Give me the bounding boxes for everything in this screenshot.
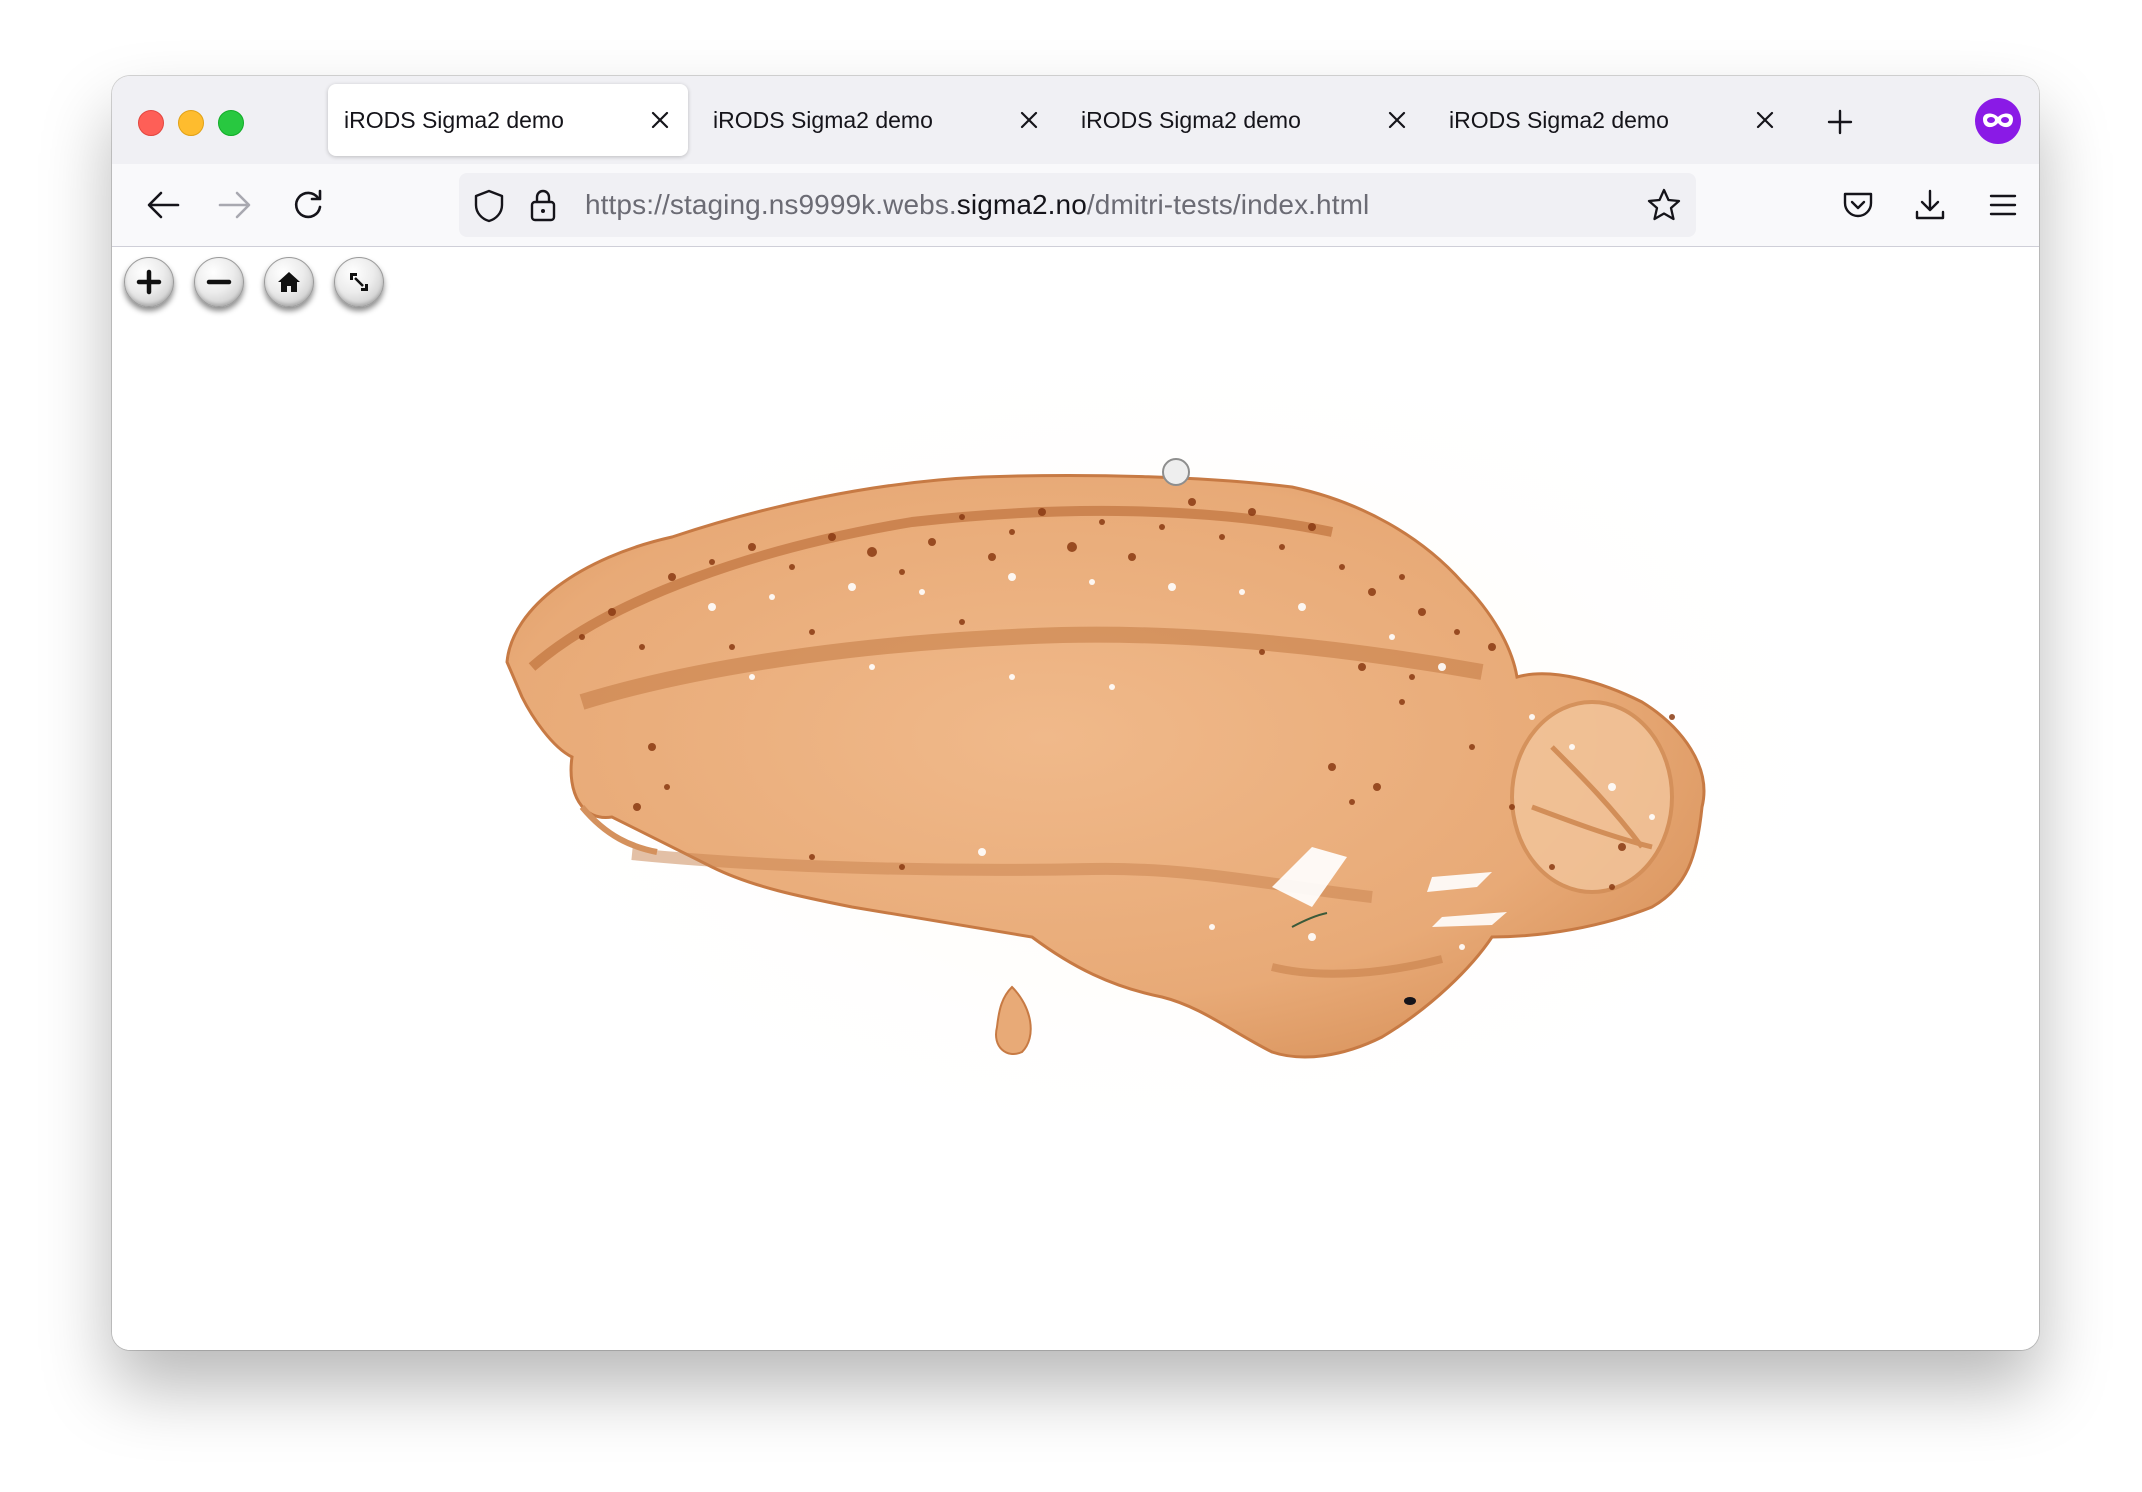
back-button[interactable]	[142, 184, 184, 226]
star-icon[interactable]	[1646, 187, 1682, 228]
home-icon	[278, 272, 300, 292]
tab-4[interactable]: iRODS Sigma2 demo	[1433, 84, 1793, 156]
zoom-out-button[interactable]	[194, 257, 244, 307]
plus-icon	[1827, 109, 1853, 135]
private-browsing-icon[interactable]	[1975, 98, 2021, 144]
shield-icon[interactable]	[473, 189, 505, 228]
minus-icon	[206, 279, 232, 285]
tab-3[interactable]: iRODS Sigma2 demo	[1065, 84, 1425, 156]
tab-title: iRODS Sigma2 demo	[713, 106, 933, 133]
url-text[interactable]: https://staging.ns9999k.webs.sigma2.no/d…	[585, 189, 1369, 221]
url-host: sigma2.no	[956, 189, 1087, 220]
fullscreen-button[interactable]	[334, 257, 384, 307]
home-button[interactable]	[264, 257, 314, 307]
browser-window: iRODS Sigma2 demo iRODS Sigma2 demo iROD…	[112, 76, 2039, 1350]
pocket-icon	[1843, 192, 1873, 218]
reload-icon	[294, 189, 322, 219]
lock-icon[interactable]	[529, 187, 557, 228]
tab-1[interactable]: iRODS Sigma2 demo	[328, 84, 688, 156]
window-close-button[interactable]	[138, 110, 164, 136]
zoom-in-button[interactable]	[124, 257, 174, 307]
url-prefix: https://staging.ns9999k.webs.	[585, 189, 957, 220]
forward-icon	[218, 191, 251, 219]
new-tab-button[interactable]	[1820, 102, 1860, 142]
tab-title: iRODS Sigma2 demo	[1081, 106, 1301, 133]
window-maximize-button[interactable]	[218, 110, 244, 136]
url-bar[interactable]: https://staging.ns9999k.webs.sigma2.no/d…	[459, 173, 1696, 237]
tab-title: iRODS Sigma2 demo	[344, 106, 564, 133]
pocket-button[interactable]	[1837, 184, 1879, 226]
window-minimize-button[interactable]	[178, 110, 204, 136]
url-path: /dmitri-tests/index.html	[1086, 189, 1370, 220]
brain-section-image[interactable]	[112, 247, 2039, 1350]
close-tab-icon[interactable]	[1009, 100, 1049, 140]
reload-button[interactable]	[287, 184, 329, 226]
tab-title: iRODS Sigma2 demo	[1449, 106, 1669, 133]
tab-strip: iRODS Sigma2 demo iRODS Sigma2 demo iROD…	[112, 76, 2039, 164]
menu-icon	[1989, 194, 2017, 216]
menu-button[interactable]	[1982, 184, 2024, 226]
forward-button[interactable]	[214, 184, 256, 226]
download-icon	[1915, 189, 1945, 220]
fullscreen-icon	[350, 273, 368, 291]
navigation-toolbar: https://staging.ns9999k.webs.sigma2.no/d…	[112, 164, 2039, 247]
downloads-button[interactable]	[1909, 184, 1951, 226]
close-tab-icon[interactable]	[1377, 100, 1417, 140]
back-icon	[147, 191, 180, 219]
close-tab-icon[interactable]	[1745, 100, 1785, 140]
page-content	[112, 247, 2039, 1350]
close-tab-icon[interactable]	[640, 100, 680, 140]
tab-2[interactable]: iRODS Sigma2 demo	[697, 84, 1057, 156]
plus-icon	[136, 269, 162, 295]
